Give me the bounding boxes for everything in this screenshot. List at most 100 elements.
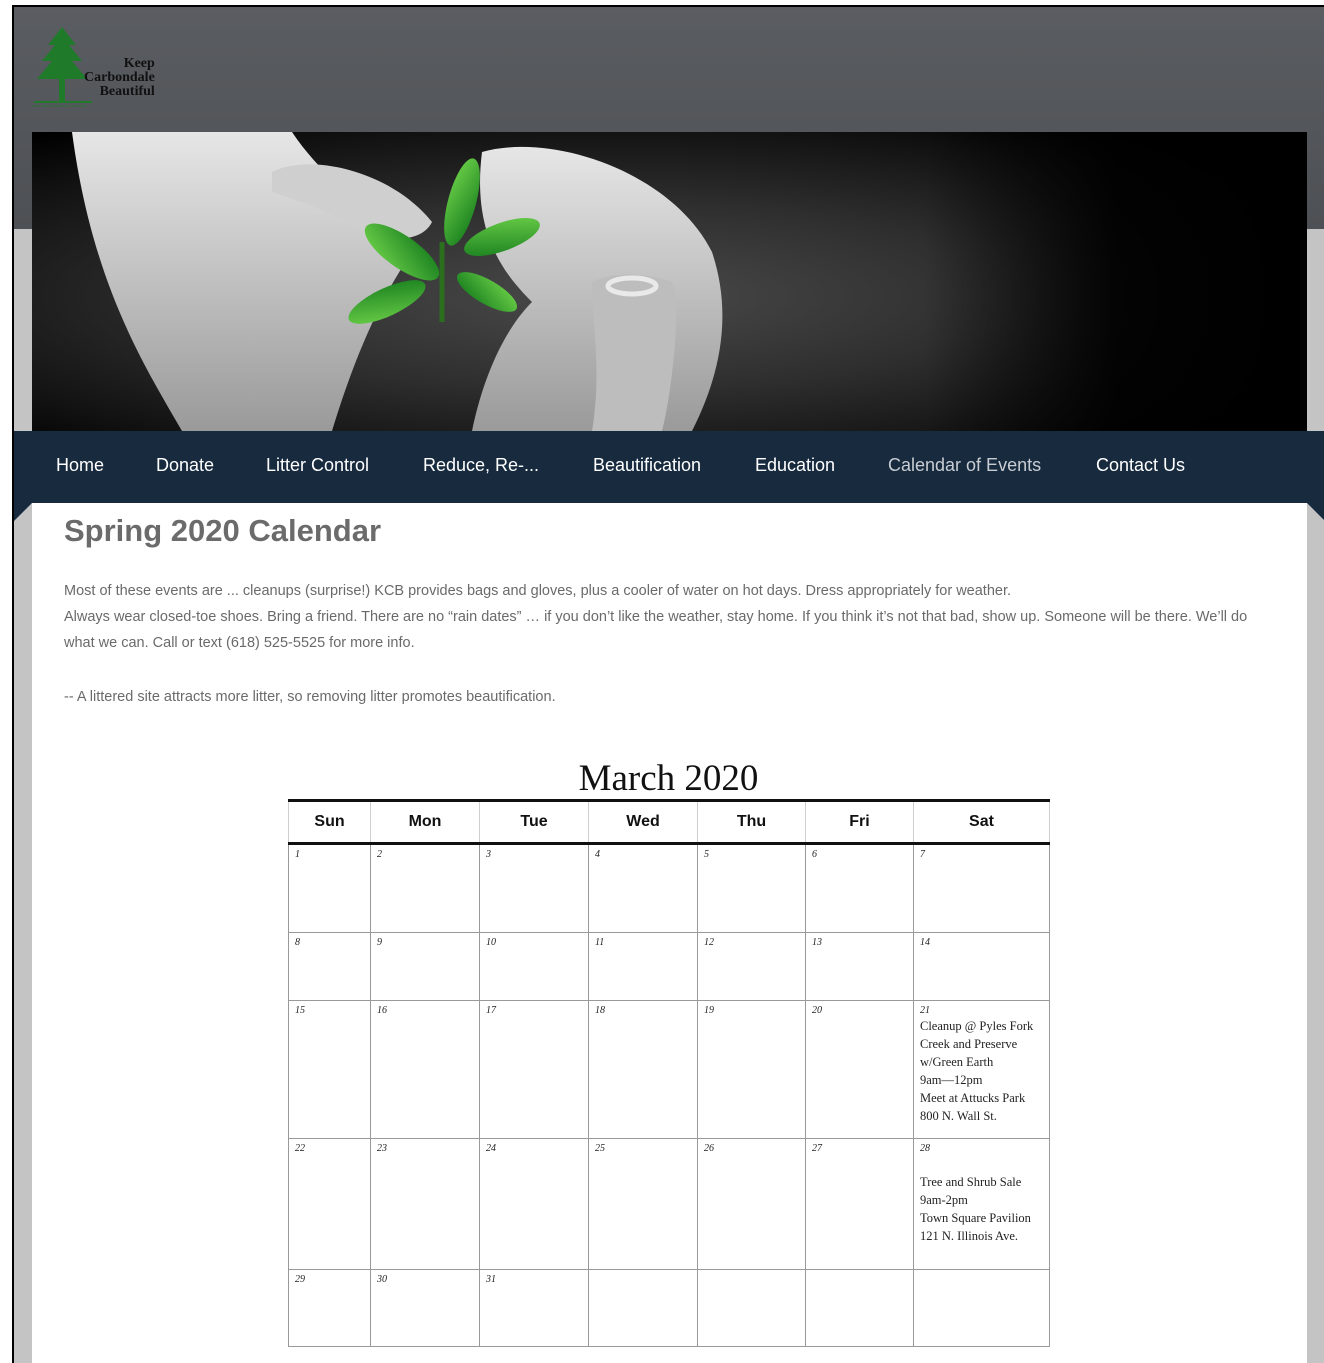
nav-reduce-reuse[interactable]: Reduce, Re-... (423, 455, 539, 476)
day-number: 27 (812, 1143, 822, 1154)
logo-tagline: KEEP AMERICA BEAUTIFUL AFFILIATE (32, 105, 87, 108)
nav-education[interactable]: Education (755, 455, 835, 476)
day-cell: 21 Cleanup @ Pyles Fork Creek and Preser… (913, 1000, 1050, 1139)
day-number: 31 (486, 1274, 496, 1285)
main-nav: Home Donate Litter Control Reduce, Re-..… (14, 431, 1324, 503)
day-number: 14 (920, 937, 930, 948)
intro-paragraph-2: Always wear closed-toe shoes. Bring a fr… (64, 609, 1248, 651)
day-cell (913, 1269, 1050, 1347)
day-cell: 26 (697, 1138, 806, 1270)
day-cell: 19 (697, 1000, 806, 1139)
day-cell: 13 (805, 932, 914, 1001)
intro-text: Most of these events are ... cleanups (s… (64, 578, 1279, 656)
day-cell: 25 (588, 1138, 698, 1270)
day-number: 10 (486, 937, 496, 948)
day-cell: 17 (479, 1000, 589, 1139)
logo-line-3: Beautiful (99, 84, 155, 99)
day-cell: 11 (588, 932, 698, 1001)
weekday-header: Sat (913, 799, 1050, 845)
day-cell: 15 (288, 1000, 371, 1139)
day-number: 12 (704, 937, 714, 948)
day-cell: 3 (479, 843, 589, 933)
day-cell: 4 (588, 843, 698, 933)
nav-litter-control[interactable]: Litter Control (266, 455, 369, 476)
weekday-header: Fri (805, 799, 914, 845)
logo-line-1: Keep (123, 56, 155, 71)
day-number: 30 (377, 1274, 387, 1285)
main-content: Spring 2020 Calendar Most of these event… (32, 503, 1307, 1363)
event-cleanup-pyles-fork: Cleanup @ Pyles Fork Creek and Preserve … (920, 1019, 1034, 1123)
litter-note: -- A littered site attracts more litter,… (64, 689, 556, 705)
day-number: 1 (295, 849, 300, 860)
weekday-header: Wed (588, 799, 698, 845)
calendar-title: March 2020 (578, 758, 759, 799)
day-cell: 10 (479, 932, 589, 1001)
nav-home[interactable]: Home (56, 455, 104, 476)
logo-wordmark: Keep Carbondale Beautiful (84, 57, 155, 99)
day-cell (805, 1269, 914, 1347)
site-logo[interactable]: Keep Carbondale Beautiful KEEP AMERICA B… (32, 27, 172, 119)
day-number: 28 (920, 1143, 930, 1154)
day-number: 4 (595, 849, 600, 860)
tree-icon (34, 27, 92, 103)
day-cell: 2 (370, 843, 480, 933)
calendar-week-row: 29 30 31 (288, 1269, 1050, 1347)
day-number: 21 (920, 1005, 930, 1016)
day-number: 26 (704, 1143, 714, 1154)
nav-beautification[interactable]: Beautification (593, 455, 701, 476)
day-number: 15 (295, 1005, 305, 1016)
calendar-week-row: 1 2 3 4 5 6 7 (288, 843, 1050, 933)
day-cell: 8 (288, 932, 371, 1001)
nav-donate[interactable]: Donate (156, 455, 214, 476)
weekday-header: Tue (479, 799, 589, 845)
day-number: 2 (377, 849, 382, 860)
nav-calendar-of-events[interactable]: Calendar of Events (888, 455, 1041, 476)
nav-contact-us[interactable]: Contact Us (1096, 455, 1185, 476)
intro-paragraph-1: Most of these events are ... cleanups (s… (64, 583, 1012, 599)
day-cell: 20 (805, 1000, 914, 1139)
day-number: 23 (377, 1143, 387, 1154)
page-title: Spring 2020 Calendar (64, 513, 382, 548)
day-number: 3 (486, 849, 491, 860)
day-number: 17 (486, 1005, 496, 1016)
day-cell: 5 (697, 843, 806, 933)
day-cell: 16 (370, 1000, 480, 1139)
event-tree-shrub-sale: Tree and Shrub Sale 9am-2pm Town Square … (920, 1175, 1031, 1243)
day-number: 19 (704, 1005, 714, 1016)
weekday-header: Sun (288, 799, 371, 845)
nav-fold-right (1307, 503, 1324, 521)
day-number: 25 (595, 1143, 605, 1154)
hero-photo (32, 132, 1307, 431)
day-cell: 6 (805, 843, 914, 933)
day-number: 29 (295, 1274, 305, 1285)
page-frame: Keep Carbondale Beautiful KEEP AMERICA B… (12, 5, 1324, 1363)
day-number: 11 (595, 937, 605, 948)
day-number: 7 (920, 849, 925, 860)
hero-image (32, 132, 1307, 431)
day-number: 18 (595, 1005, 605, 1016)
weekday-header: Mon (370, 799, 480, 845)
day-cell (588, 1269, 698, 1347)
day-cell: 24 (479, 1138, 589, 1270)
day-number: 9 (377, 937, 382, 948)
logo-line-2: Carbondale (84, 70, 155, 85)
day-number: 6 (812, 849, 817, 860)
calendar-week-row: 22 23 24 25 26 27 28 Tree and Shrub Sale… (288, 1138, 1050, 1270)
day-cell: 28 Tree and Shrub Sale 9am-2pm Town Squa… (913, 1138, 1050, 1270)
nav-fold-left (14, 503, 32, 521)
day-cell: 18 (588, 1000, 698, 1139)
day-cell: 22 (288, 1138, 371, 1270)
day-cell: 23 (370, 1138, 480, 1270)
day-cell: 27 (805, 1138, 914, 1270)
day-cell: 30 (370, 1269, 480, 1347)
calendar-week-row: 8 9 10 11 12 13 14 (288, 932, 1050, 1001)
weekday-header: Thu (697, 799, 806, 845)
day-number: 8 (295, 937, 300, 948)
day-number: 16 (377, 1005, 387, 1016)
weekday-header-row: Sun Mon Tue Wed Thu Fri Sat (288, 799, 1050, 845)
day-cell: 29 (288, 1269, 371, 1347)
day-number: 13 (812, 937, 822, 948)
day-number: 22 (295, 1143, 305, 1154)
day-number: 5 (704, 849, 709, 860)
calendar-week-row: 15 16 17 18 19 20 21 Cleanup @ Pyles For… (288, 1000, 1050, 1139)
